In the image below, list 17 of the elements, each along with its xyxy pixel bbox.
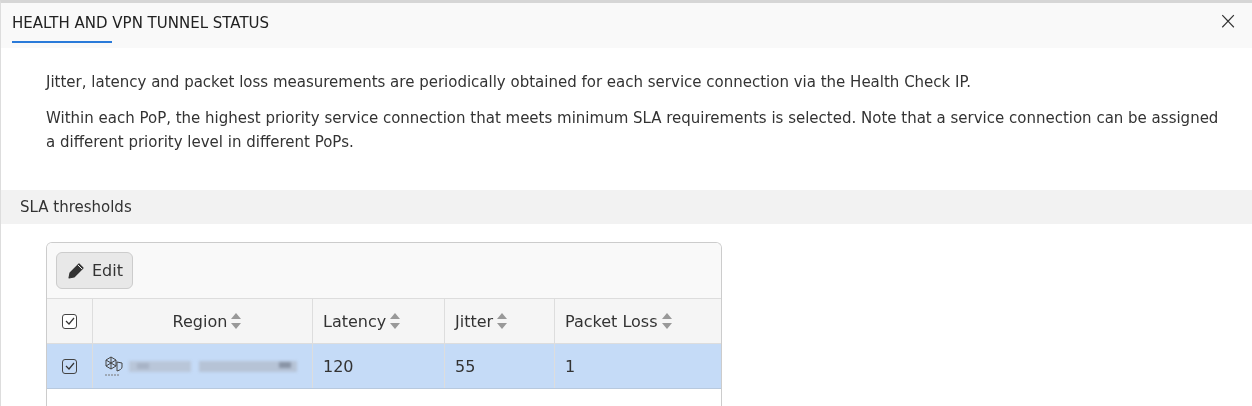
table-row[interactable]: 120 55 1 xyxy=(47,343,721,389)
description-text: Jitter, latency and packet loss measurements are periodically obtained for each service connection via the Health Check IP. xyxy=(46,72,972,93)
dialog-title: HEALTH AND VPN TUNNEL STATUS xyxy=(12,14,270,32)
sort-icon xyxy=(660,312,673,330)
row-checkbox[interactable] xyxy=(62,358,77,374)
description-text: Within each PoP, the highest priority service connection that meets minimum SLA requirements is selected. Note that a service connection can be assigned a different priority level in different PoPs. xyxy=(46,108,1220,153)
sort-icon xyxy=(496,312,509,330)
sort-icon xyxy=(230,312,243,330)
edit-button[interactable]: Edit xyxy=(56,252,133,289)
section-title: SLA thresholds xyxy=(20,198,132,216)
sort-icon xyxy=(389,312,402,330)
table-cell: 1 xyxy=(554,344,718,388)
select-all-checkbox[interactable] xyxy=(62,313,77,329)
table-cell: 55 xyxy=(444,344,554,388)
table-cell: 120 xyxy=(312,344,444,388)
region-icon xyxy=(103,355,125,377)
close-button[interactable]: × xyxy=(1203,3,1252,39)
